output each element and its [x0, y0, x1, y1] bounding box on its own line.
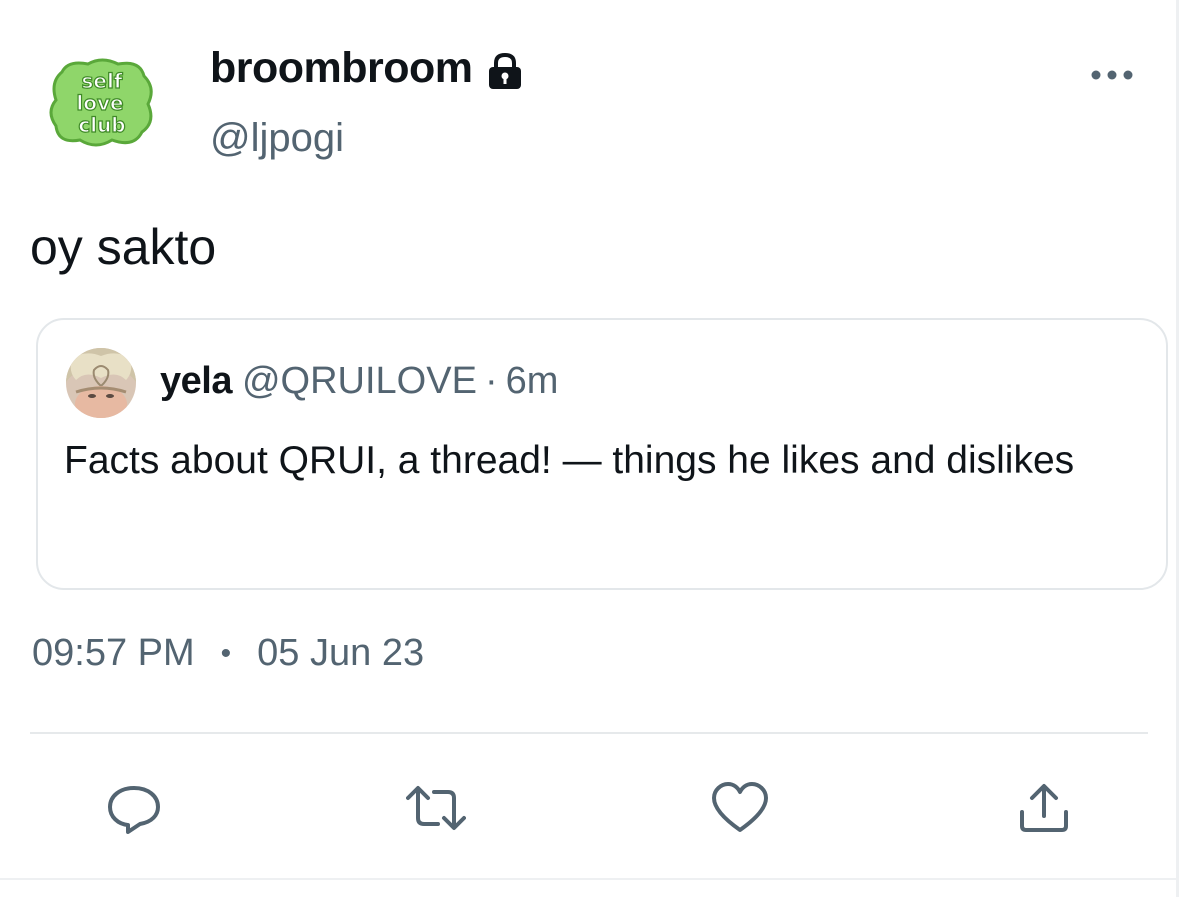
- retweet-arrows-icon: [406, 786, 466, 830]
- svg-text:self: self: [81, 69, 122, 93]
- quoted-author-avatar[interactable]: [66, 348, 136, 418]
- more-options-icon[interactable]: [1088, 64, 1136, 86]
- quoted-timestamp[interactable]: 6m: [506, 360, 559, 403]
- svg-text:love: love: [76, 91, 123, 115]
- tweet-time[interactable]: 09:57 PM: [32, 632, 195, 675]
- share-button[interactable]: [1014, 780, 1074, 836]
- share-upload-icon: [1020, 784, 1068, 832]
- heart-icon: [712, 782, 768, 832]
- quoted-author-handle[interactable]: @QRUILOVE: [242, 360, 477, 403]
- profile-photo-icon: [66, 348, 136, 418]
- tweet-meta: 09:57 PM • 05 Jun 23: [32, 632, 424, 675]
- quoted-author-name[interactable]: yela: [160, 360, 232, 403]
- reply-button[interactable]: [104, 780, 164, 836]
- tweet-date[interactable]: 05 Jun 23: [257, 632, 424, 675]
- self-love-club-logo-icon: self love club: [49, 58, 153, 147]
- quoted-tweet-header: yela @QRUILOVE · 6m: [160, 360, 558, 403]
- author-display-name[interactable]: broombroom: [210, 44, 525, 93]
- divider: [30, 732, 1148, 734]
- author-handle[interactable]: @ljpogi: [210, 116, 344, 161]
- quoted-tweet-text: Facts about QRUI, a thread! — things he …: [64, 439, 1075, 482]
- svg-text:club: club: [78, 113, 125, 137]
- quoted-tweet-card[interactable]: yela @QRUILOVE · 6m Facts about QRUI, a …: [36, 318, 1168, 590]
- tweet-text: oy sakto: [30, 219, 217, 275]
- author-avatar[interactable]: self love club: [44, 52, 162, 152]
- like-button[interactable]: [710, 780, 770, 836]
- retweet-button[interactable]: [406, 780, 466, 836]
- tweet-detail: self love club broombroom @ljpogi oy sak…: [0, 0, 1179, 897]
- quoted-separator: ·: [484, 360, 498, 402]
- lock-icon: [485, 51, 525, 91]
- speech-bubble-icon: [108, 786, 160, 834]
- author-name-text: broombroom: [210, 44, 473, 92]
- meta-separator: •: [220, 636, 232, 670]
- bottom-border: [0, 878, 1179, 880]
